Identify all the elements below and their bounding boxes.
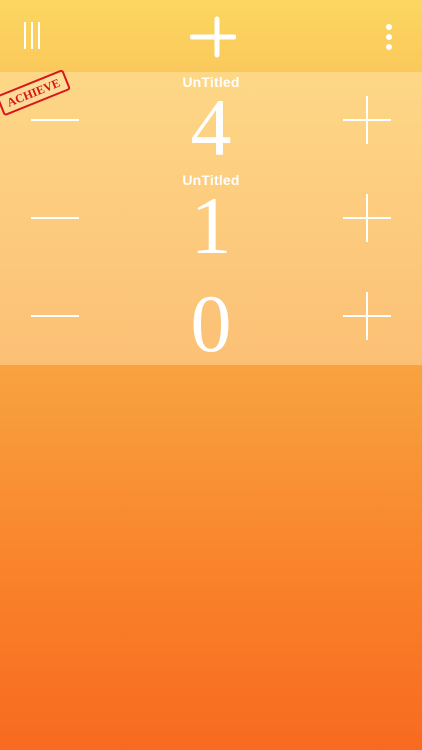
counter-value: 1	[190, 180, 232, 271]
counter-list: UnTitled 4 UnTitled 1 0	[0, 72, 422, 366]
increment-button[interactable]	[341, 290, 393, 342]
add-counter-icon[interactable]	[189, 16, 237, 58]
decrement-button[interactable]	[29, 192, 81, 244]
counter-row: UnTitled 1	[0, 170, 422, 268]
menu-icon[interactable]	[22, 22, 44, 50]
minus-icon	[31, 217, 79, 219]
top-bar	[0, 0, 422, 72]
increment-button[interactable]	[341, 94, 393, 146]
plus-icon	[343, 194, 391, 242]
plus-icon	[343, 292, 391, 340]
increment-button[interactable]	[341, 192, 393, 244]
more-options-icon[interactable]	[382, 22, 396, 52]
counter-value: 0	[190, 278, 232, 369]
plus-icon	[343, 96, 391, 144]
decrement-button[interactable]	[29, 290, 81, 342]
minus-icon	[31, 315, 79, 317]
counter-row: 0	[0, 268, 422, 366]
counter-value: 4	[190, 82, 232, 173]
